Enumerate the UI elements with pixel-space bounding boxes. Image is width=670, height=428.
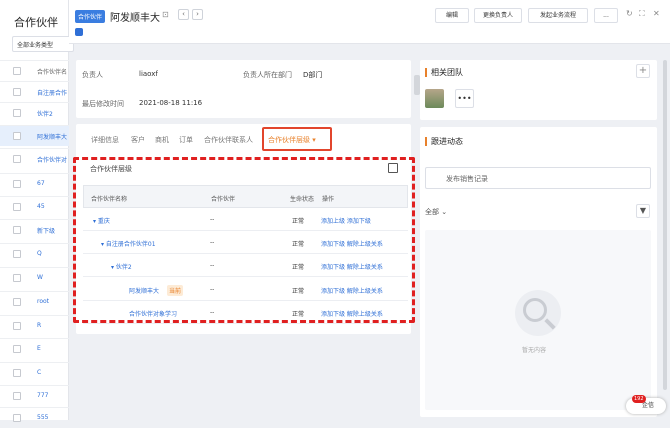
list-item[interactable]: E: [0, 338, 69, 359]
table-row: 合作伙伴对象学习 -- 正常 添加下级 解除上级关系: [83, 301, 408, 324]
list-item[interactable]: C: [0, 362, 69, 383]
object-type-tag: 合作伙伴: [75, 10, 106, 23]
owner-label: 负责人: [82, 71, 103, 79]
owner-value: liaoxf: [139, 70, 158, 78]
change-owner-button[interactable]: 更换负责人: [474, 8, 522, 23]
tab-details[interactable]: 详细信息: [91, 135, 119, 145]
expand-icon[interactable]: [388, 163, 398, 173]
tab-highlight-box: [262, 127, 332, 151]
info-card: [76, 60, 411, 118]
list-item[interactable]: Q: [0, 243, 69, 264]
tab-customers[interactable]: 客户: [131, 135, 145, 145]
more-button[interactable]: ...: [594, 8, 618, 23]
edit-button[interactable]: 编辑: [435, 8, 469, 23]
table-row: ▾ 重庆 -- 正常 添加上级 添加下级: [83, 208, 408, 231]
list-item-active[interactable]: 阿发顺丰大: [0, 125, 69, 146]
list-item[interactable]: 777: [0, 385, 69, 406]
next-icon[interactable]: ›: [192, 9, 203, 20]
sales-record-input[interactable]: 发布销售记录: [425, 167, 651, 189]
scrollbar[interactable]: [663, 60, 667, 390]
list-item[interactable]: R: [0, 315, 69, 336]
tab-partner-contacts[interactable]: 合作伙伴联系人: [204, 135, 253, 145]
filter-icon[interactable]: ▼: [636, 204, 650, 218]
fullscreen-icon[interactable]: ⛶: [639, 9, 645, 19]
empty-text: 暂无内容: [522, 347, 547, 354]
list-header: 合作伙伴名: [0, 60, 69, 81]
refresh-icon[interactable]: ↻: [626, 9, 633, 18]
left-list-panel: 合作伙伴 全部业务类型 合作伙伴名 自注册合作 伙伴2 阿发顺丰大 合作伙伴对 …: [0, 0, 74, 422]
tab-opportunities[interactable]: 商机: [155, 135, 169, 145]
team-title: 相关团队: [431, 68, 463, 77]
tag-icon: [75, 28, 83, 36]
table-row: ▾ 伙伴2 -- 正常 添加下级 解除上级关系: [83, 254, 408, 277]
close-icon[interactable]: ✕: [653, 9, 660, 18]
list-item[interactable]: 合作伙伴对: [0, 148, 69, 169]
list-title: 合作伙伴: [14, 16, 58, 29]
more-members-button[interactable]: •••: [455, 89, 474, 108]
business-type-select[interactable]: 全部业务类型: [12, 36, 74, 52]
list-item[interactable]: 555: [0, 407, 69, 428]
modified-value: 2021-08-18 11:16: [139, 99, 203, 107]
follow-title: 跟进动态: [431, 137, 463, 146]
detail-header: 合作伙伴 阿发顺丰大 ⊡ ‹ › 编辑 更换负责人 发起业务流程 ... ↻ ⛶…: [69, 0, 670, 44]
table-row: 阿发顺丰大 当前 -- 正常 添加下级 解除上级关系: [83, 278, 408, 301]
list-item[interactable]: 自注册合作: [0, 81, 69, 102]
list-item[interactable]: 新下级: [0, 219, 69, 240]
filter-all-dropdown[interactable]: 全部 ⌄: [425, 207, 447, 217]
modified-label: 最后修改时间: [82, 100, 124, 108]
table-header: 合作伙伴名称 合作伙伴 生命状态 操作: [83, 185, 408, 208]
prev-icon[interactable]: ‹: [178, 9, 189, 20]
lock-icon: ⊡: [162, 10, 169, 19]
list-item[interactable]: root: [0, 291, 69, 312]
qixin-count-badge: 192: [632, 395, 646, 403]
tab-orders[interactable]: 订单: [179, 135, 193, 145]
qixin-button[interactable]: 192 企信: [626, 395, 666, 414]
start-process-button[interactable]: 发起业务流程: [528, 8, 588, 23]
list-item[interactable]: 67: [0, 173, 69, 194]
empty-state: 暂无内容: [425, 230, 651, 410]
list-item[interactable]: 伙伴2: [0, 102, 69, 123]
list-item[interactable]: 45: [0, 196, 69, 217]
dept-value: D部门: [303, 71, 323, 79]
current-badge: 当前: [167, 285, 184, 296]
hierarchy-title: 合作伙伴层级: [90, 165, 132, 173]
add-team-member-icon[interactable]: +: [636, 64, 650, 78]
avatar[interactable]: [425, 89, 444, 108]
record-name: 阿发顺丰大: [110, 13, 160, 24]
list-item[interactable]: W: [0, 267, 69, 288]
table-row: ▾ 自注册合作伙伴01 -- 正常 添加下级 解除上级关系: [83, 231, 408, 254]
dept-label: 负责人所在部门: [243, 71, 292, 79]
